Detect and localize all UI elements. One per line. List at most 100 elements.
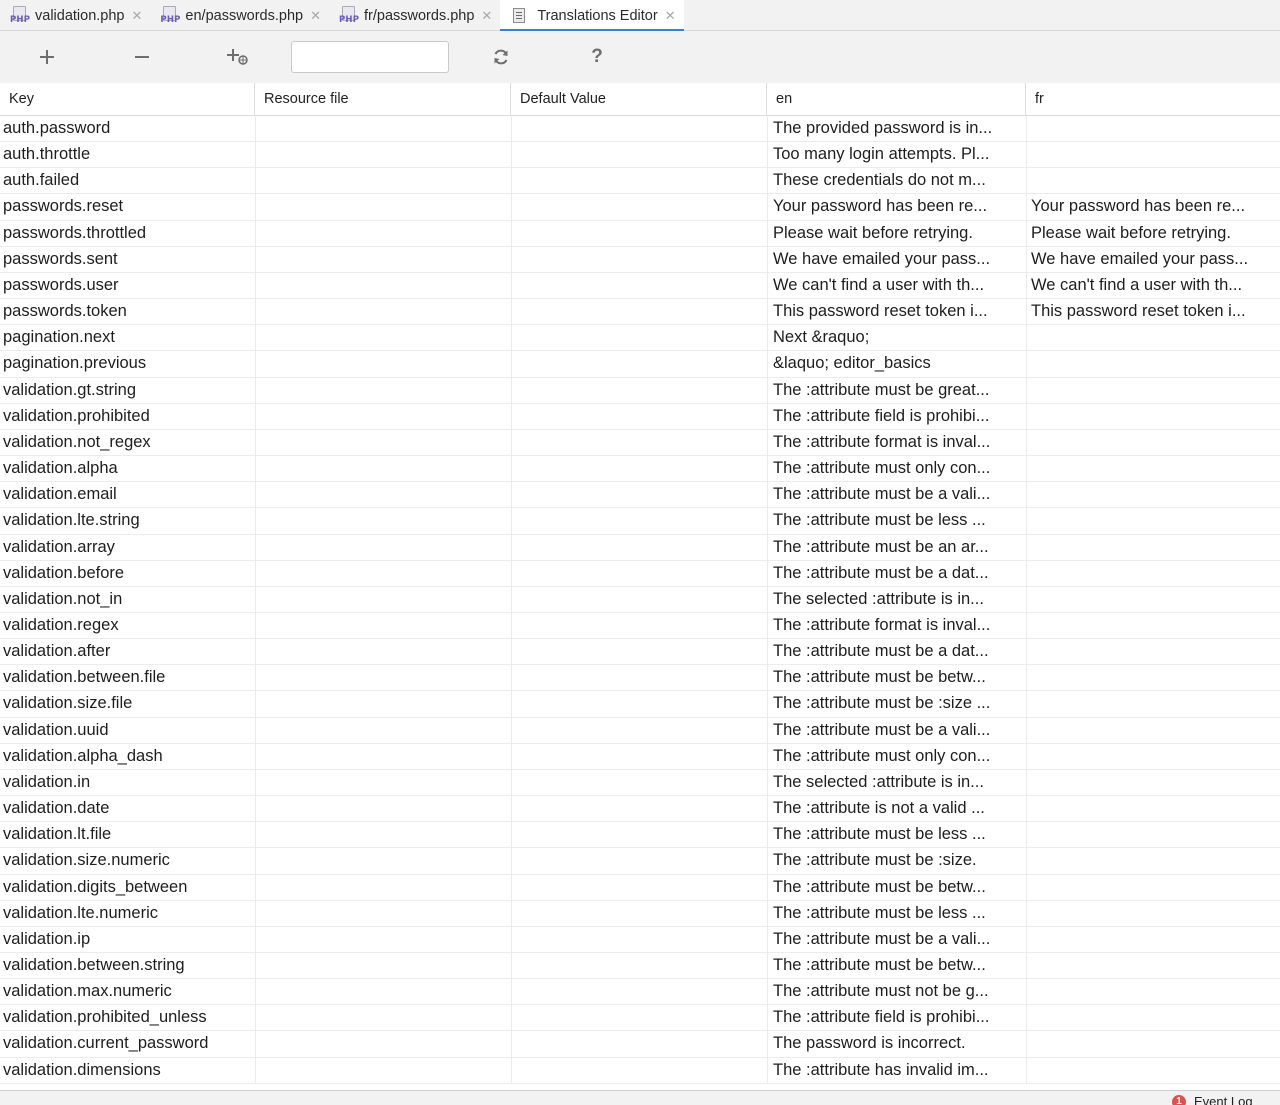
cell-fr[interactable] xyxy=(1026,848,1280,875)
cell-en[interactable]: Please wait before retrying. xyxy=(767,220,1026,247)
table-row[interactable]: validation.regex The :attribute format is… xyxy=(0,612,1280,640)
cell-key[interactable]: validation.regex xyxy=(0,613,255,640)
table-row[interactable]: validation.prohibited_unless The :attribu… xyxy=(0,1005,1280,1032)
cell-en[interactable]: We can't find a user with th... xyxy=(767,272,1026,300)
cell-default-value[interactable] xyxy=(511,142,767,169)
cell-key[interactable]: validation.not_regex xyxy=(0,430,255,457)
cell-default-value[interactable] xyxy=(511,429,767,457)
cell-default-value[interactable] xyxy=(511,953,767,980)
table-row[interactable]: validation.prohibited The :attribute fiel… xyxy=(0,403,1280,430)
cell-resource-file[interactable] xyxy=(255,665,511,692)
cell-en[interactable]: The :attribute must be an ar... xyxy=(767,534,1026,561)
cell-default-value[interactable] xyxy=(511,116,767,143)
cell-key[interactable]: validation.lte.string xyxy=(0,508,255,535)
table-row[interactable]: validation.ip The :attribute must be a va… xyxy=(0,926,1280,953)
cell-key[interactable]: passwords.reset xyxy=(0,194,255,221)
cell-default-value[interactable] xyxy=(511,796,767,823)
cell-key[interactable]: validation.max.numeric xyxy=(0,979,255,1006)
cell-fr[interactable] xyxy=(1026,429,1280,457)
table-row[interactable]: validation.size.numeric The :attribute mu… xyxy=(0,848,1280,875)
table-row[interactable]: auth.throttle Too many login attempts. Pl… xyxy=(0,142,1280,169)
cell-resource-file[interactable] xyxy=(255,769,511,797)
cell-fr[interactable] xyxy=(1026,508,1280,535)
cell-en[interactable]: Next &raquo; xyxy=(767,325,1026,352)
cell-fr[interactable] xyxy=(1026,691,1280,718)
cell-en[interactable]: The selected :attribute is in... xyxy=(767,769,1026,797)
column-header-default-value[interactable]: Default Value xyxy=(511,83,767,116)
cell-en[interactable]: The :attribute must be a dat... xyxy=(767,639,1026,666)
table-row[interactable]: passwords.token This password reset token… xyxy=(0,299,1280,326)
table-row[interactable]: validation.lte.numeric The :attribute mus… xyxy=(0,900,1280,927)
cell-key[interactable]: validation.date xyxy=(0,796,255,823)
cell-key[interactable]: validation.digits_between xyxy=(0,875,255,901)
table-row[interactable]: validation.date The :attribute is not a v… xyxy=(0,796,1280,823)
table-row[interactable]: validation.between.file The :attribute mu… xyxy=(0,665,1280,692)
table-row[interactable]: validation.alpha The :attribute must only… xyxy=(0,456,1280,483)
cell-en[interactable]: The selected :attribute is in... xyxy=(767,586,1026,613)
cell-resource-file[interactable] xyxy=(255,848,511,875)
add-key-button[interactable] xyxy=(33,43,61,71)
cell-en[interactable]: The :attribute must be less ... xyxy=(767,508,1026,535)
close-icon[interactable]: ✕ xyxy=(481,9,492,22)
cell-en[interactable]: The :attribute must be a vali... xyxy=(767,482,1026,509)
table-row[interactable]: auth.password The provided password is in… xyxy=(0,116,1280,143)
table-row[interactable]: validation.alpha_dash The :attribute must… xyxy=(0,743,1280,770)
cell-key[interactable]: validation.size.numeric xyxy=(0,848,255,875)
cell-en[interactable]: We have emailed your pass... xyxy=(767,246,1026,273)
cell-resource-file[interactable] xyxy=(255,717,511,744)
cell-default-value[interactable] xyxy=(511,194,767,221)
cell-fr[interactable] xyxy=(1026,403,1280,430)
cell-default-value[interactable] xyxy=(511,769,767,797)
column-header-en[interactable]: en xyxy=(767,83,1026,116)
cell-key[interactable]: validation.ip xyxy=(0,927,255,953)
cell-default-value[interactable] xyxy=(511,482,767,509)
cell-key[interactable]: auth.throttle xyxy=(0,142,255,169)
cell-default-value[interactable] xyxy=(511,534,767,561)
cell-default-value[interactable] xyxy=(511,822,767,849)
cell-en[interactable]: The :attribute must not be g... xyxy=(767,979,1026,1006)
cell-en[interactable]: The :attribute format is inval... xyxy=(767,429,1026,457)
column-header-fr[interactable]: fr xyxy=(1026,83,1280,116)
table-row[interactable]: auth.failed These credentials do not m... xyxy=(0,168,1280,195)
cell-key[interactable]: validation.in xyxy=(0,770,255,797)
cell-en[interactable]: The :attribute must be a dat... xyxy=(767,560,1026,587)
close-icon[interactable]: ✕ xyxy=(310,9,321,22)
cell-default-value[interactable] xyxy=(511,168,767,195)
cell-fr[interactable] xyxy=(1026,874,1280,901)
cell-default-value[interactable] xyxy=(511,665,767,692)
cell-en[interactable]: The :attribute must be betw... xyxy=(767,874,1026,901)
tab-validation-php[interactable]: PHP validation.php ✕ xyxy=(0,0,150,31)
cell-en[interactable]: These credentials do not m... xyxy=(767,168,1026,195)
table-row[interactable]: passwords.user We can't find a user with … xyxy=(0,272,1280,300)
cell-key[interactable]: pagination.next xyxy=(0,325,255,352)
cell-resource-file[interactable] xyxy=(255,612,511,640)
cell-fr[interactable] xyxy=(1026,743,1280,770)
cell-key[interactable]: validation.alpha xyxy=(0,456,255,483)
cell-key[interactable]: validation.alpha_dash xyxy=(0,744,255,770)
cell-fr[interactable] xyxy=(1026,1005,1280,1032)
cell-fr[interactable] xyxy=(1026,534,1280,561)
cell-fr[interactable] xyxy=(1026,351,1280,378)
cell-resource-file[interactable] xyxy=(255,351,511,378)
cell-en[interactable]: The :attribute must only con... xyxy=(767,456,1026,483)
cell-resource-file[interactable] xyxy=(255,1031,511,1058)
cell-resource-file[interactable] xyxy=(255,272,511,300)
table-row[interactable]: validation.array The :attribute must be a… xyxy=(0,534,1280,561)
cell-key[interactable]: validation.size.file xyxy=(0,691,255,718)
cell-key[interactable]: validation.current_password xyxy=(0,1031,255,1058)
cell-resource-file[interactable] xyxy=(255,926,511,953)
cell-resource-file[interactable] xyxy=(255,116,511,143)
table-row[interactable]: validation.email The :attribute must be a… xyxy=(0,482,1280,509)
cell-en[interactable]: The :attribute must be betw... xyxy=(767,953,1026,980)
cell-fr[interactable]: We can't find a user with th... xyxy=(1026,272,1280,300)
cell-resource-file[interactable] xyxy=(255,482,511,509)
cell-key[interactable]: validation.array xyxy=(0,535,255,561)
remove-key-button[interactable] xyxy=(128,43,156,71)
cell-resource-file[interactable] xyxy=(255,246,511,273)
table-row[interactable]: validation.current_password The password … xyxy=(0,1031,1280,1058)
table-row[interactable]: validation.not_in The selected :attribute… xyxy=(0,586,1280,613)
cell-key[interactable]: validation.lte.numeric xyxy=(0,901,255,927)
cell-resource-file[interactable] xyxy=(255,377,511,404)
cell-key[interactable]: passwords.token xyxy=(0,299,255,326)
cell-key[interactable]: auth.password xyxy=(0,116,255,143)
